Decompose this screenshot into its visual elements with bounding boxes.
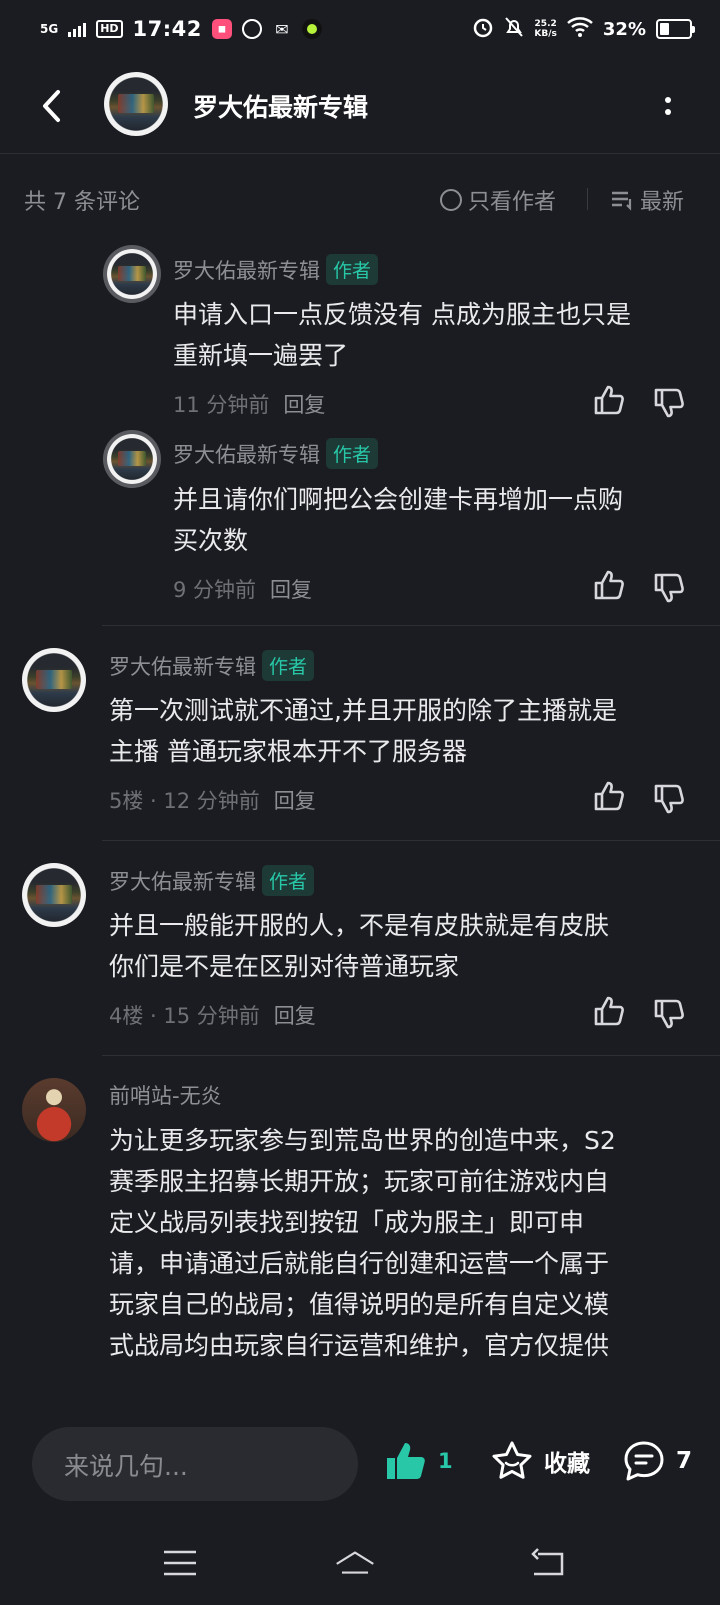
battery-percent: 32%	[602, 18, 646, 40]
back-button[interactable]	[30, 84, 74, 128]
signal-icon	[68, 21, 87, 37]
more-vertical-icon	[665, 97, 671, 103]
reply-button[interactable]: 回复	[274, 1000, 316, 1030]
author-badge: 作者	[326, 438, 379, 469]
comment-bubble-icon	[624, 1441, 664, 1481]
like-count: 1	[438, 1449, 453, 1473]
back-icon	[531, 1548, 564, 1576]
thumbs-up-icon[interactable]	[592, 779, 626, 813]
comment-text: 为让更多玩家参与到荒岛世界的创造中来，S2 赛季服主招募长期开放；玩家可前往游戏…	[109, 1126, 616, 1360]
comment-count: 共 7 条评论	[24, 190, 140, 215]
comments-button[interactable]: 7	[622, 1439, 692, 1483]
system-nav-bar	[0, 1525, 720, 1605]
thumbs-up-icon[interactable]	[592, 568, 626, 602]
reply-button[interactable]: 回复	[283, 389, 325, 419]
radio-circle-icon	[440, 189, 462, 211]
clock: 17:42	[132, 17, 202, 41]
author-badge: 作者	[262, 650, 315, 681]
home-button[interactable]	[335, 1543, 375, 1583]
comment-filter-bar: 共 7 条评论 只看作者 最新	[0, 176, 720, 220]
wifi-icon	[567, 17, 593, 41]
comment-avatar[interactable]	[22, 863, 86, 927]
reply-avatar[interactable]	[107, 434, 157, 484]
more-options-button[interactable]	[650, 88, 686, 124]
system-back-button[interactable]	[528, 1543, 568, 1583]
comment-floor-time: 5楼 · 12 分钟前	[109, 789, 260, 813]
like-button[interactable]: 1	[384, 1439, 453, 1483]
thumbs-up-icon[interactable]	[592, 383, 626, 417]
comment-text: 并且一般能开服的人，不是有皮肤就是有皮肤 你们是不是在区别对待普通玩家	[109, 911, 610, 981]
comment-avatar[interactable]	[22, 648, 86, 712]
menu-icon	[164, 1550, 196, 1576]
music-app-icon	[301, 19, 322, 39]
app-notification-icon: ◼	[211, 19, 232, 39]
comment-author[interactable]: 罗大佑最新专辑 作者	[109, 650, 315, 681]
reply-meta: 11 分钟前 回复	[173, 389, 325, 419]
reply-meta: 9 分钟前 回复	[173, 574, 312, 604]
mute-icon	[504, 16, 524, 42]
network-type: 5G	[40, 22, 59, 36]
thumbs-down-icon[interactable]	[652, 571, 686, 605]
comment-floor-time: 4楼 · 15 分钟前	[109, 1004, 260, 1028]
comment-author[interactable]: 罗大佑最新专辑 作者	[109, 865, 315, 896]
sort-button[interactable]: 最新	[610, 184, 684, 216]
sort-label: 最新	[640, 190, 685, 215]
reply-button[interactable]: 回复	[274, 785, 316, 815]
reply-text: 申请入口一点反馈没有 点成为服主也只是 重新填一遍罢了	[173, 300, 631, 370]
bottom-action-bar: 来说几句... 1 收藏 7	[0, 1405, 720, 1525]
star-icon	[492, 1441, 532, 1479]
comment-divider	[102, 625, 720, 626]
reply-author[interactable]: 罗大佑最新专辑 作者	[173, 438, 379, 469]
sort-icon	[612, 191, 632, 211]
only-author-label: 只看作者	[468, 190, 557, 215]
author-badge: 作者	[262, 865, 315, 896]
comment-meta: 4楼 · 15 分钟前 回复	[109, 1000, 316, 1030]
menu-button[interactable]	[160, 1543, 200, 1583]
thumbs-down-icon[interactable]	[652, 386, 686, 420]
comment-meta: 5楼 · 12 分钟前 回复	[109, 785, 316, 815]
comment-divider	[102, 840, 720, 841]
comment-divider	[102, 1055, 720, 1056]
reply-text: 并且请你们啊把公会创建卡再增加一点购 买次数	[173, 485, 624, 555]
reply-author[interactable]: 罗大佑最新专辑 作者	[173, 254, 379, 285]
only-author-toggle[interactable]: 只看作者	[440, 184, 556, 216]
sync-icon	[241, 19, 262, 39]
battery-icon	[656, 19, 695, 39]
comment-avatar[interactable]	[22, 1078, 86, 1142]
alarm-icon	[472, 16, 494, 42]
author-badge: 作者	[326, 254, 379, 285]
filter-divider	[587, 188, 588, 210]
page-title: 罗大佑最新专辑	[193, 93, 369, 122]
thumbs-up-filled-icon	[387, 1443, 425, 1479]
chevron-left-icon	[43, 90, 60, 122]
reply-time: 9 分钟前	[173, 578, 257, 602]
reply-time: 11 分钟前	[173, 393, 270, 417]
favorite-button[interactable]: 收藏	[490, 1439, 590, 1483]
comment-input[interactable]: 来说几句...	[32, 1427, 358, 1501]
comment-author[interactable]: 前哨站-无炎	[109, 1080, 222, 1110]
thumbs-up-icon[interactable]	[592, 994, 626, 1028]
wechat-icon: ✉	[275, 19, 289, 39]
header: 罗大佑最新专辑	[0, 58, 720, 154]
comment-total: 7	[676, 1448, 693, 1474]
hd-badge: HD	[96, 20, 123, 38]
thumbs-down-icon[interactable]	[652, 782, 686, 816]
favorite-label: 收藏	[544, 1451, 590, 1477]
reply-avatar[interactable]	[107, 249, 157, 299]
board-avatar[interactable]	[104, 72, 168, 136]
reply-button[interactable]: 回复	[270, 574, 312, 604]
thumbs-down-icon[interactable]	[652, 997, 686, 1031]
net-speed: 25.2 KB/s	[534, 19, 557, 39]
comment-text: 第一次测试就不通过,并且开服的除了主播就是 主播 普通玩家根本开不了服务器	[109, 696, 617, 766]
status-bar: 5G HD 17:42 ◼ ✉ 25.2 KB/s 32%	[0, 0, 720, 58]
home-icon	[336, 1551, 374, 1574]
